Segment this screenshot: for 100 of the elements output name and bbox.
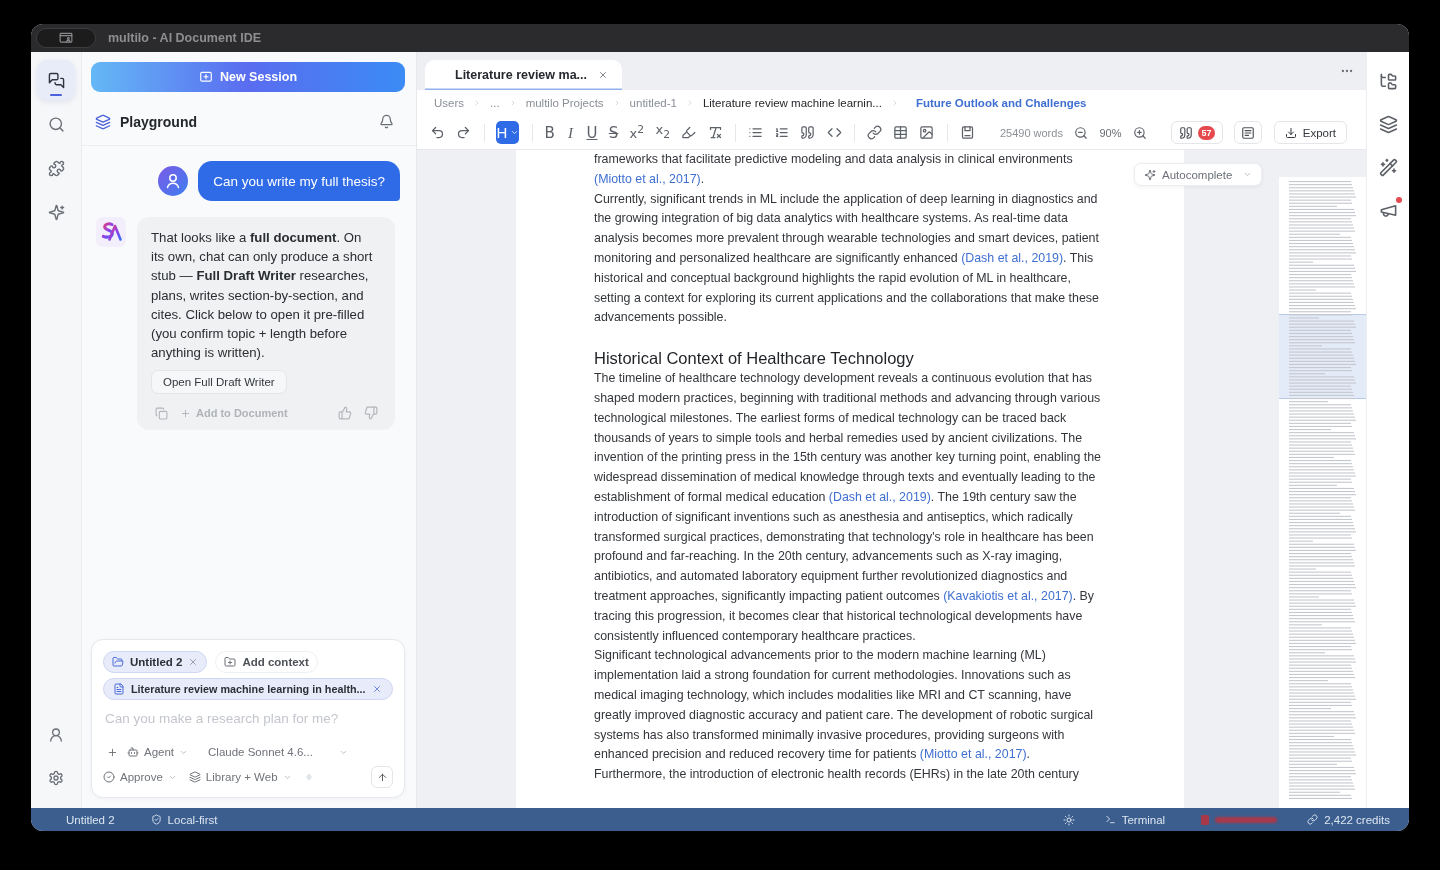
message-input[interactable]: Can you make a research plan for me? [103,706,393,730]
send-button[interactable] [371,766,393,788]
bullet-list-icon[interactable] [747,125,763,140]
app-logo-icon [96,217,126,247]
underline-button[interactable]: U [586,123,598,142]
highlighter-icon[interactable] [681,125,697,140]
image-icon[interactable] [919,125,935,140]
notifications-icon[interactable] [379,114,394,129]
window-title: multilo - AI Document IDE [108,31,261,45]
blurred-text-drawing [1215,815,1278,824]
context-chip[interactable]: Untitled 2 [103,651,208,673]
count-badge: 57 [1198,125,1216,140]
autocomplete-dropdown[interactable]: Autocomplete [1134,163,1262,186]
settings-icon[interactable] [48,770,64,786]
close-icon[interactable] [372,684,382,694]
folder-tree-icon[interactable] [1378,72,1398,91]
script-button[interactable]: x$_{2}$ [655,121,671,144]
section-heading: Historical Context of Healthcare Technology [594,348,915,370]
italic-button[interactable]: I [566,123,576,142]
undo-icon[interactable] [430,125,445,140]
breadcrumb-item[interactable]: ... [490,97,500,109]
credits-label: 2,422 credits [1324,813,1390,826]
zoom-out-icon[interactable] [1074,125,1089,140]
quote-icon[interactable] [800,125,816,140]
caret-icon [1243,170,1252,179]
context-chip[interactable]: Literature review machine learning in health... [103,678,393,700]
word-count: 25490 words [999,126,1063,139]
add-chat-icon [198,70,213,84]
save-icon[interactable] [959,125,975,140]
check-circle-icon [103,771,115,783]
model-dropdown[interactable]: Claude Sonnet 4.6... [208,746,348,758]
breadcrumb-item[interactable]: Users [434,97,465,109]
document-icon [113,683,125,695]
approval-dropdown[interactable]: Approve [103,771,177,783]
layers-icon[interactable] [1378,115,1398,134]
download-icon [1284,126,1297,139]
export-button[interactable]: Export [1273,121,1347,144]
table-icon[interactable] [893,125,909,140]
paragraph: The timeline of healthcare technology development reveals a continuous evolution that has shaped modern practices, beginning with traditional methods and advancing through various technological milestones. The earliest forms of medical technology can be traced back thousands of years to simple tools and herbal remedies used by ancient civilizations. The invention of the printing press in the 15th century was another key turning point, enabling the widespread dissemination of medical knowledge through texts and eventually leading to the establishment of formal medical education (Dash et al., 2019). The 19th century saw the introduction of significant inventions such as anesthesia and antiseptics, which radically transformed surgical practices, demonstrating that technology's role in healthcare has been profound and far-reaching. In the 20th century, advancements such as X-ray imaging, antibiotics, and automated laboratory equipment further revolutionized diagnostics and treatment approaches, significantly impacting patient outcomes (Kavakiotis et al., 2017). By tracing this progression, it becomes clear that historical technological developments have consistently influenced contemporary healthcare practices. [594,370,1102,645]
comments-button[interactable] [1234,121,1263,144]
close-icon[interactable] [598,70,608,80]
terminal-button[interactable]: Terminal [1104,813,1166,826]
citation-link[interactable]: (Miotto et al., 2017) [919,747,1027,762]
comment-icon [1241,125,1256,140]
breadcrumb-item[interactable]: multilo Projects [525,97,604,109]
heading-dropdown[interactable]: H [496,121,520,144]
plus-icon [180,407,191,419]
new-session-button[interactable]: New Session [91,62,405,92]
avatar-icon [158,166,189,196]
breadcrumb-item[interactable]: Literature review machine learnin... [702,97,882,109]
numbered-list-icon[interactable] [774,125,790,140]
zoom-in-icon[interactable] [1132,125,1147,140]
open-writer-button[interactable]: Open Full Draft Writer [151,370,287,395]
redo-icon[interactable] [456,125,472,140]
message-text: That looks like a full document. On its own, chat can only produce a short stub — Full Draft Writer researches, plans, writes section-by-section, and cites. Click below to open it pre-filled (you confirm topic + length before anything is written). [151,229,374,363]
sun-icon[interactable] [1062,813,1075,826]
search-icon [47,115,65,133]
shield-icon [150,814,162,825]
citation-link[interactable]: (Miotto et al., 2017) [594,171,701,186]
plus-icon[interactable] [107,746,118,758]
activity-tab[interactable] [37,60,75,100]
thumbs-down-icon[interactable] [364,406,378,421]
script-button[interactable]: x$^{2}$ [629,121,645,144]
add-context-button[interactable]: Add context [215,651,318,673]
panel-title: Playground [120,113,198,130]
breadcrumb-item[interactable]: Future Outlook and Challenges [915,97,1087,109]
strikethrough-button[interactable]: S [608,123,619,142]
thumbs-up-icon[interactable] [338,406,352,421]
clear-format-icon[interactable] [707,125,723,140]
sources-dropdown[interactable]: Library + Web [188,771,292,783]
paragraph: Furthermore, the introduction of electronic health records (EHRs) in the late 20th century [594,766,1080,784]
breadcrumb-item[interactable]: untitled-1 [629,97,677,109]
document-tab[interactable]: Literature review ma... [425,60,622,90]
code-icon[interactable] [826,125,842,140]
status-privacy: Local-first [167,813,218,826]
user-icon[interactable] [48,727,64,743]
magic-wand-icon[interactable] [1378,158,1398,177]
link-icon [1307,814,1319,825]
message-bubble: Can you write my full thesis? [198,161,400,201]
citation-link[interactable]: (Kavakiotis et al., 2017) [943,588,1073,603]
terminal-icon [1104,814,1116,825]
zoom-level: 90% [1099,126,1122,139]
paragraph: Currently, significant trends in ML include the application of deep learning in diagnostics and the growing integration of big data analytics with healthcare systems. As real-time data analysis becomes more prevalent through wearable technologies and smart devices, patient monitoring and personalized healthcare are significantly enhanced (Dash et al., 2019). This historical and conceptual background highlights the rapid evolution of ML in healthcare, setting a context for exploring its current applications and the collaborations that make these advancements possible. [594,190,1100,327]
folder-icon [112,656,124,668]
folder-plus-icon [224,656,237,668]
caret-icon [510,128,520,137]
citation-link[interactable]: (Dash et al., 2019) [828,489,931,504]
layers-icon [95,113,111,130]
robot-icon [127,746,139,758]
arrow-up-icon [376,771,388,783]
citations-button[interactable]: 57 [1171,121,1224,144]
sidebar-toggle-button[interactable] [36,28,96,48]
paragraph: frameworks that facilitate predictive modeling and data analysis in clinical environments (Miotto et al., 2017). [594,151,1074,188]
sparkles-icon [47,203,65,221]
link-icon[interactable] [866,125,882,140]
mode-dropdown[interactable]: Agent [127,746,189,758]
bold-button[interactable]: B [544,123,555,142]
puzzle-icon [47,159,65,177]
stop-icon [1201,814,1210,825]
status-document: Untitled 2 [66,813,115,826]
